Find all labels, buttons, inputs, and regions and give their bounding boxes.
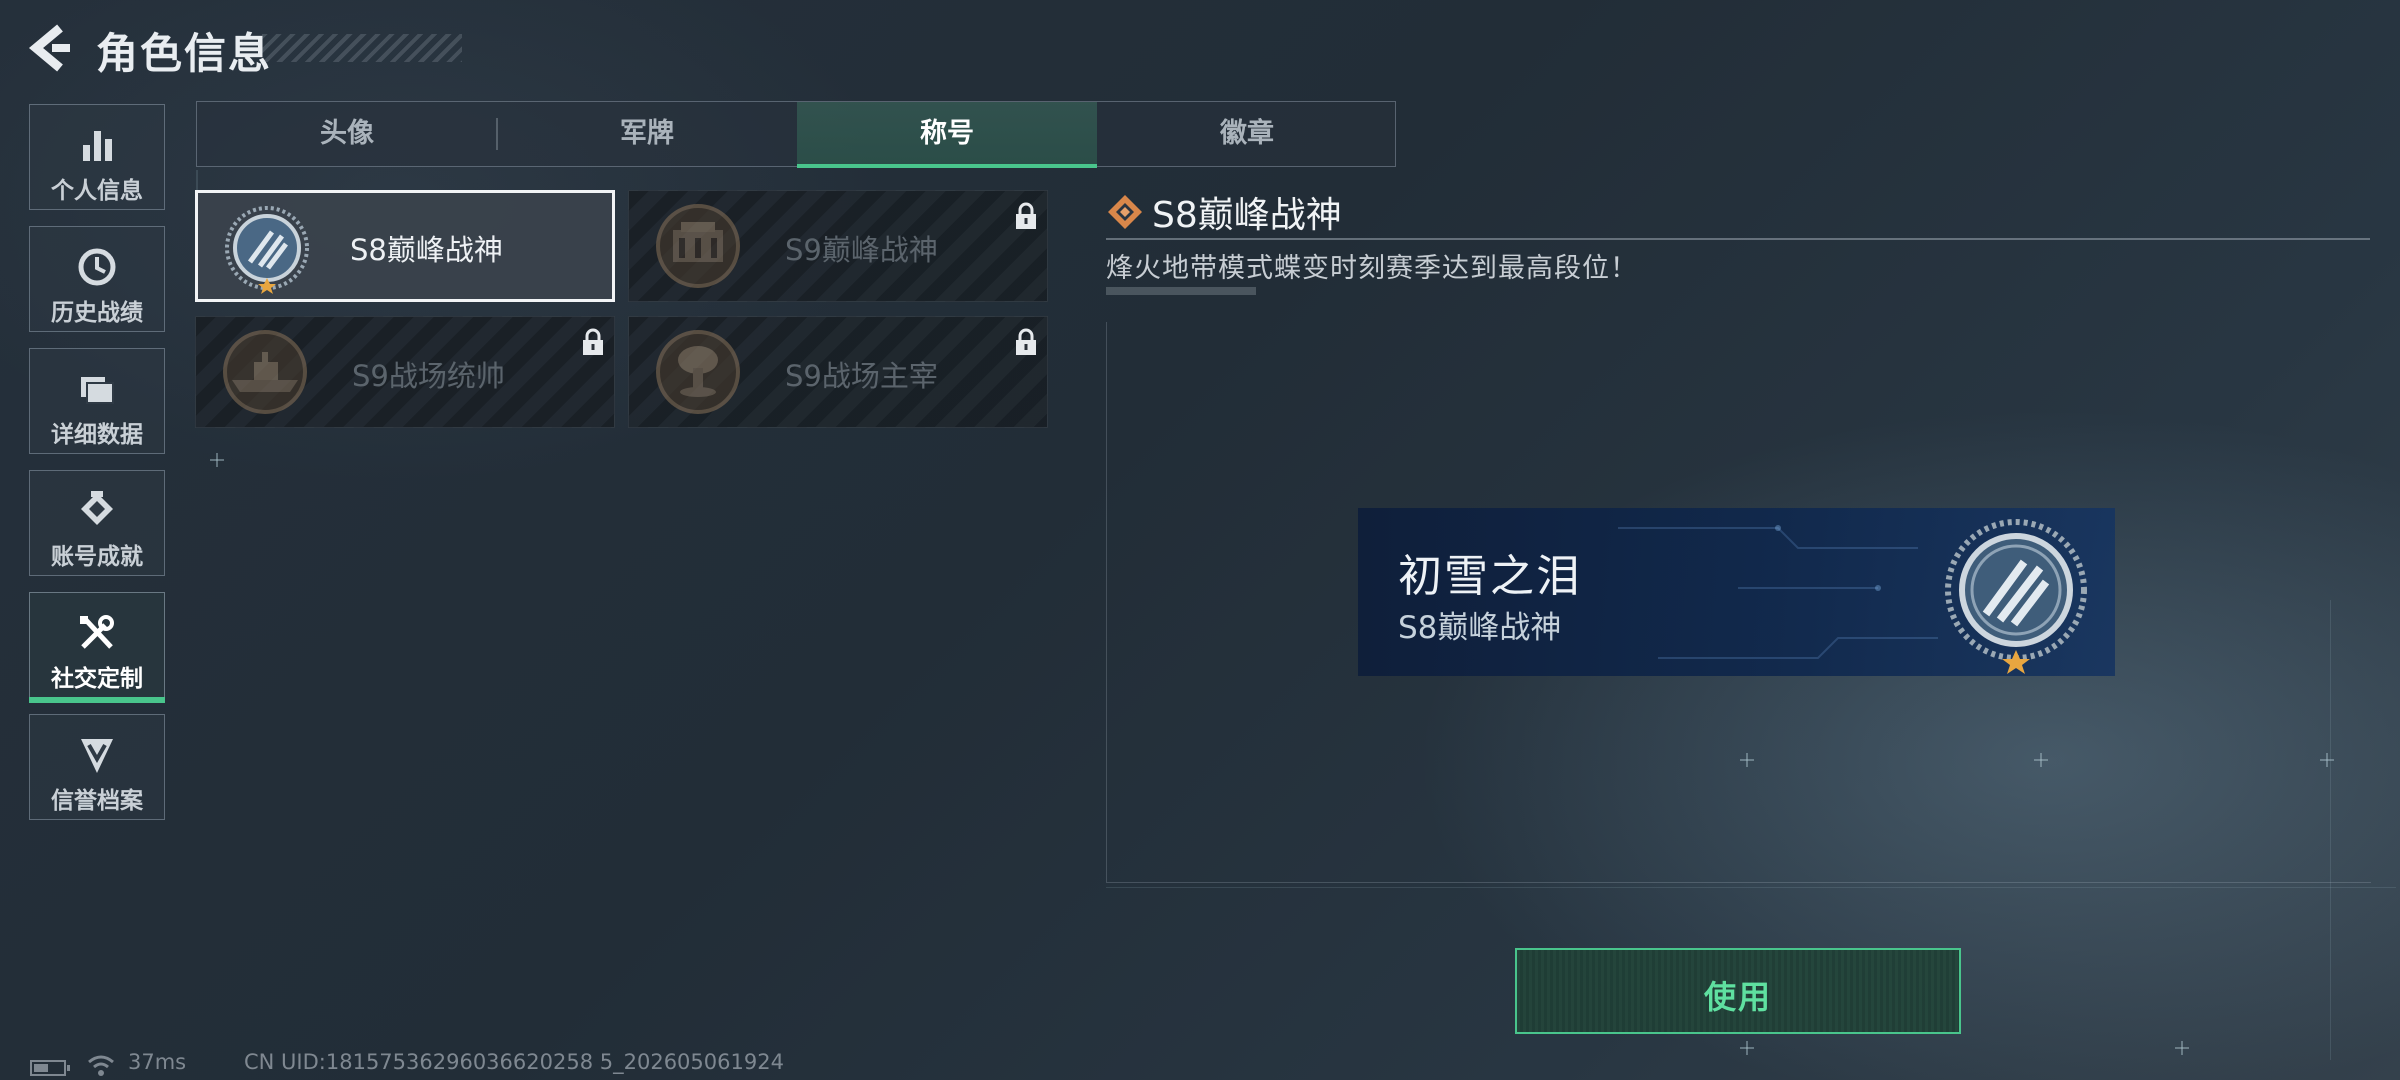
sidebar-item-personal-info[interactable]: 个人信息	[29, 104, 165, 210]
mushroom-cloud-medal-icon	[656, 330, 740, 414]
clock-icon	[78, 248, 116, 286]
shield-chevron-icon	[81, 739, 113, 773]
back-arrow-icon	[28, 24, 70, 72]
sidebar-item-reputation[interactable]: 信誉档案	[29, 714, 165, 820]
deco-line	[196, 170, 198, 190]
title-card-label: S9战场统帅	[352, 359, 505, 393]
folder-icon	[81, 377, 114, 404]
sidebar-item-label: 社交定制	[51, 666, 143, 692]
tab-dog-tag[interactable]: 军牌	[497, 102, 797, 166]
sidebar-item-label: 信誉档案	[51, 788, 143, 814]
deco-cross	[1740, 1041, 1754, 1055]
sidebar-item-label: 个人信息	[51, 178, 143, 204]
deco-cross	[210, 453, 224, 467]
building-medal-icon	[656, 204, 740, 288]
title-card-label: S8巅峰战神	[350, 233, 503, 267]
back-button[interactable]	[26, 22, 72, 74]
lock-icon	[1016, 328, 1036, 355]
sidebar-item-achievements[interactable]: 账号成就	[29, 470, 165, 576]
title-card-s9-peak-war-god[interactable]: S9巅峰战神	[628, 190, 1048, 302]
nameplate-title: S8巅峰战神	[1398, 610, 1562, 646]
sidebar-item-label: 历史战绩	[51, 300, 143, 326]
warship-medal-icon	[223, 330, 307, 414]
tab-badge[interactable]: 徽章	[1097, 102, 1397, 166]
battery-icon	[30, 1060, 70, 1076]
detail-title: S8巅峰战神	[1152, 195, 1342, 236]
lock-icon	[1016, 202, 1036, 229]
title-card-s9-battlefield-dominator[interactable]: S9战场主宰	[628, 316, 1048, 428]
laurel-medal-icon	[1945, 519, 2087, 674]
wifi-icon	[88, 1055, 114, 1076]
use-button[interactable]: 使用	[1515, 948, 1961, 1034]
title-decoration	[262, 34, 462, 62]
tab-title[interactable]: 称号	[797, 102, 1097, 168]
bar-chart-icon	[83, 131, 112, 161]
title-card-s8-peak-war-god[interactable]: S8巅峰战神	[195, 190, 615, 302]
detail-description: 烽火地带模式蝶变时刻赛季达到最高段位！	[1106, 253, 1638, 284]
nameplate-preview: 初雪之泪 S8巅峰战神	[1358, 508, 2115, 676]
sidebar-item-history[interactable]: 历史战绩	[29, 226, 165, 332]
sidebar-item-detailed-data[interactable]: 详细数据	[29, 348, 165, 454]
lock-icon	[583, 328, 603, 355]
detail-subtext-bar	[1106, 287, 1256, 295]
use-button-label: 使用	[1703, 978, 1772, 1016]
achievement-icon	[81, 491, 113, 525]
diamond-icon	[1108, 195, 1142, 229]
deco-line	[1106, 887, 2396, 888]
tools-icon	[80, 615, 114, 649]
uid-readout: CN UID:18157536296036620258 5_2026050619…	[244, 1050, 784, 1074]
sidebar-item-social-custom[interactable]: 社交定制	[29, 592, 165, 703]
detail-divider	[1106, 238, 2370, 240]
tab-bar: 头像 军牌 称号 徽章	[196, 101, 1397, 168]
ping-readout: 37ms	[128, 1050, 187, 1074]
title-card-label: S9战场主宰	[785, 359, 938, 393]
sidebar-item-label: 详细数据	[51, 422, 143, 448]
laurel-medal-icon	[225, 206, 309, 294]
page-title: 角色信息	[96, 29, 273, 78]
title-card-label: S9巅峰战神	[785, 233, 938, 267]
title-card-s9-battlefield-commander[interactable]: S9战场统帅	[195, 316, 615, 428]
tab-avatar[interactable]: 头像	[197, 102, 497, 166]
nameplate-player-name: 初雪之泪	[1398, 551, 1582, 602]
deco-cross	[2175, 1041, 2189, 1055]
sidebar-item-label: 账号成就	[51, 544, 143, 570]
